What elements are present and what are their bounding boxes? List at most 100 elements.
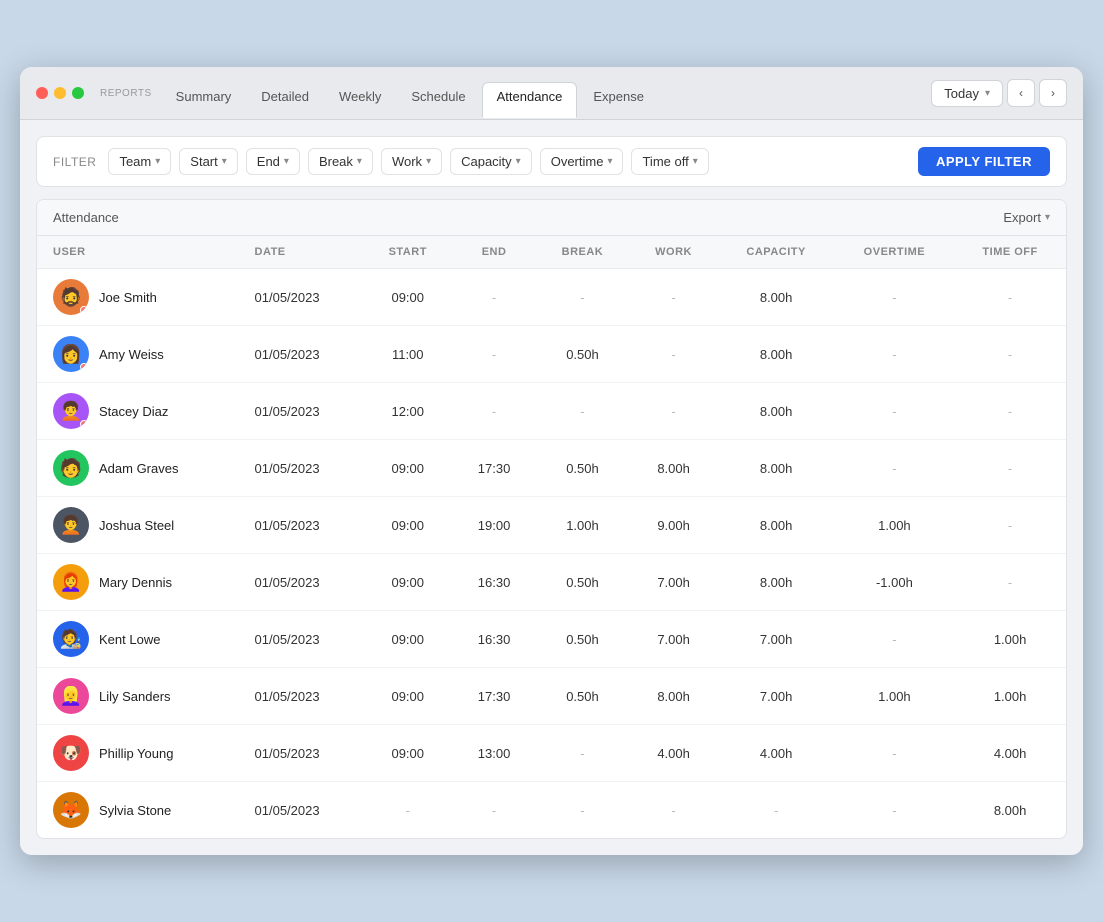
avatar: 🧑‍🎨 [53, 621, 89, 657]
filter-team-label: Team [119, 154, 151, 169]
timeoff-cell: - [954, 269, 1066, 326]
start-cell: 09:00 [363, 269, 453, 326]
filter-break[interactable]: Break ▾ [308, 148, 373, 175]
end-cell: - [453, 782, 536, 839]
avatar-emoji: 👱‍♀️ [53, 678, 89, 714]
break-cell: 1.00h [535, 497, 629, 554]
work-cell: - [630, 782, 718, 839]
today-button[interactable]: Today ▾ [931, 80, 1003, 107]
export-label: Export [1003, 210, 1041, 225]
nav-right: Today ▾ ‹ › [931, 79, 1067, 119]
end-cell: - [453, 326, 536, 383]
table-row: 🧑‍🎨 Kent Lowe 01/05/2023 09:00 16:30 0.5… [37, 611, 1066, 668]
start-cell: 09:00 [363, 554, 453, 611]
work-cell: 8.00h [630, 440, 718, 497]
break-cell: 0.50h [535, 554, 629, 611]
capacity-cell: 7.00h [718, 668, 835, 725]
break-cell: - [535, 725, 629, 782]
capacity-cell: 8.00h [718, 326, 835, 383]
tab-attendance[interactable]: Attendance [482, 82, 578, 118]
maximize-button[interactable] [72, 87, 84, 99]
overtime-cell: - [835, 440, 955, 497]
filter-break-label: Break [319, 154, 353, 169]
status-dot [80, 306, 88, 314]
filter-overtime[interactable]: Overtime ▾ [540, 148, 624, 175]
end-cell: 17:30 [453, 440, 536, 497]
filter-end-label: End [257, 154, 280, 169]
prev-button[interactable]: ‹ [1007, 79, 1035, 107]
work-cell: - [630, 383, 718, 440]
close-button[interactable] [36, 87, 48, 99]
overtime-cell: -1.00h [835, 554, 955, 611]
filter-work[interactable]: Work ▾ [381, 148, 442, 175]
tab-detailed[interactable]: Detailed [247, 83, 323, 116]
chevron-down-icon: ▾ [284, 156, 289, 167]
break-cell: 0.50h [535, 326, 629, 383]
tab-summary[interactable]: Summary [162, 83, 246, 116]
end-cell: - [453, 269, 536, 326]
filter-work-label: Work [392, 154, 422, 169]
filter-end[interactable]: End ▾ [246, 148, 300, 175]
end-cell: 16:30 [453, 554, 536, 611]
chevron-down-icon: ▾ [222, 156, 227, 167]
work-cell: 4.00h [630, 725, 718, 782]
filter-team[interactable]: Team ▾ [108, 148, 171, 175]
user-cell: 🐶 Phillip Young [37, 725, 239, 782]
capacity-cell: 8.00h [718, 440, 835, 497]
table-row: 🧑 Adam Graves 01/05/2023 09:00 17:30 0.5… [37, 440, 1066, 497]
table-row: 🦊 Sylvia Stone 01/05/2023 - - - - - - 8.… [37, 782, 1066, 839]
today-label: Today [944, 86, 979, 101]
filter-label: FILTER [53, 155, 96, 169]
next-button[interactable]: › [1039, 79, 1067, 107]
reports-label: REPORTS [100, 88, 152, 111]
break-cell: 0.50h [535, 611, 629, 668]
main-content: FILTER Team ▾ Start ▾ End ▾ Break ▾ Work… [20, 120, 1083, 855]
tab-expense[interactable]: Expense [579, 83, 658, 116]
filter-start[interactable]: Start ▾ [179, 148, 238, 175]
export-button[interactable]: Export ▾ [1003, 210, 1050, 225]
tab-weekly[interactable]: Weekly [325, 83, 395, 116]
break-cell: - [535, 383, 629, 440]
user-name: Kent Lowe [99, 632, 160, 647]
user-cell: 🧔 Joe Smith [37, 269, 239, 326]
col-capacity: CAPACITY [718, 236, 835, 269]
end-cell: 19:00 [453, 497, 536, 554]
user-name: Phillip Young [99, 746, 173, 761]
filter-timeoff-label: Time off [642, 154, 688, 169]
status-dot [80, 363, 88, 371]
timeoff-cell: - [954, 383, 1066, 440]
capacity-cell: 8.00h [718, 497, 835, 554]
capacity-cell: 8.00h [718, 269, 835, 326]
date-cell: 01/05/2023 [239, 554, 363, 611]
user-cell: 🧑‍🎨 Kent Lowe [37, 611, 239, 668]
chevron-down-icon: ▾ [985, 88, 990, 99]
avatar-emoji: 🧑 [53, 450, 89, 486]
col-start: START [363, 236, 453, 269]
user-cell: 🦊 Sylvia Stone [37, 782, 239, 839]
capacity-cell: 8.00h [718, 554, 835, 611]
date-cell: 01/05/2023 [239, 497, 363, 554]
filter-bar: FILTER Team ▾ Start ▾ End ▾ Break ▾ Work… [36, 136, 1067, 187]
filter-timeoff[interactable]: Time off ▾ [631, 148, 708, 175]
overtime-cell: 1.00h [835, 497, 955, 554]
apply-filter-button[interactable]: APPLY FILTER [918, 147, 1050, 176]
timeoff-cell: 8.00h [954, 782, 1066, 839]
overtime-cell: - [835, 326, 955, 383]
table-row: 🧔 Joe Smith 01/05/2023 09:00 - - - 8.00h… [37, 269, 1066, 326]
tab-schedule[interactable]: Schedule [397, 83, 479, 116]
status-dot [80, 420, 88, 428]
start-cell: 09:00 [363, 725, 453, 782]
date-cell: 01/05/2023 [239, 440, 363, 497]
overtime-cell: - [835, 611, 955, 668]
avatar: 🧑 [53, 450, 89, 486]
minimize-button[interactable] [54, 87, 66, 99]
avatar: 🐶 [53, 735, 89, 771]
attendance-table: USER DATE START END BREAK WORK CAPACITY … [37, 236, 1066, 838]
capacity-cell: 8.00h [718, 383, 835, 440]
chevron-down-icon: ▾ [607, 156, 612, 167]
col-work: WORK [630, 236, 718, 269]
col-user: USER [37, 236, 239, 269]
end-cell: 16:30 [453, 611, 536, 668]
work-cell: - [630, 326, 718, 383]
filter-capacity[interactable]: Capacity ▾ [450, 148, 532, 175]
